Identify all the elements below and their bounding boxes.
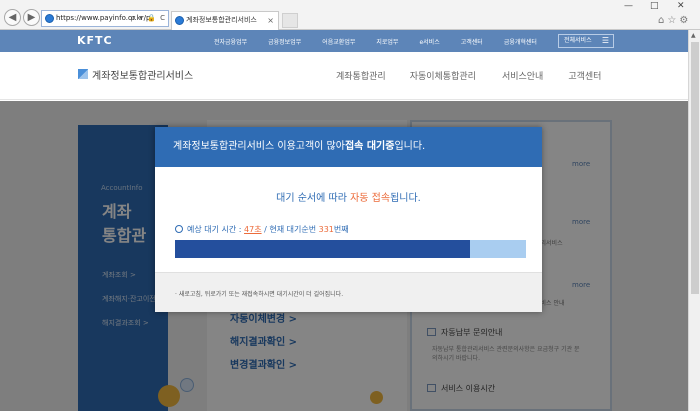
back-button[interactable]: ◀ [4,9,21,26]
kftc-logo[interactable]: KFTC [77,34,113,47]
wait-time-value: 47초 [244,225,262,234]
all-services-label: 전체서비스 [564,37,592,44]
modal-header: 계좌정보통합관리서비스 이용고객이 많아 접속 대기중 입니다. [155,127,542,167]
topmenu-item[interactable]: 고객센터 [461,37,483,46]
topmenu-item[interactable]: 어음교환업무 [322,37,355,46]
alarm-clock-icon [175,225,183,233]
refresh-warning: · 새로고침, 뒤로가기 또는 재접속하시면 대기시간이 더 길어집니다. [175,291,344,298]
browser-chrome: ◀ ▶ https://www.payinfo.or.kr/p ρ ▾ 🔒 C … [0,0,700,30]
auto-connect-message: 대기 순서에 따라 자동 접속됩니다. [276,193,421,204]
address-actions-icons[interactable]: ρ ▾ 🔒 C [131,11,166,26]
mainmenu-item[interactable]: 계좌통합관리 [336,69,386,82]
tab-title: 계좌정보통합관리서비스 [186,16,257,24]
topmenu-item[interactable]: e서비스 [419,37,439,46]
new-tab-button[interactable] [282,13,298,28]
topmenu-item[interactable]: 지로업무 [376,37,398,46]
top-menu: 전자금융업무 금융정보업무 어음교환업무 지로업무 e서비스 고객센터 금융개혁… [214,37,558,46]
topmenu-item[interactable]: 전자금융업무 [214,37,247,46]
queue-suffix: 번째 [333,225,349,234]
toolbar-icons[interactable]: ⌂☆⚙ [658,15,691,26]
scroll-up-icon[interactable]: ▲ [691,32,696,39]
site-title[interactable]: 계좌정보통합관리서비스 [92,67,193,82]
modal-header-emphasis: 접속 대기중 [344,141,395,152]
site-logo-icon [78,69,88,79]
scrollbar[interactable]: ▲ [688,30,700,411]
modal-footer: · 새로고침, 뒤로가기 또는 재접속하시면 대기시간이 더 길어집니다. [155,272,542,312]
maximize-icon[interactable]: □ [650,1,659,11]
wait-time-label: 예상 대기 시간 : [187,225,245,234]
tab-ie-icon [175,16,184,25]
wait-progress-bar [175,240,526,258]
modal-header-text: 계좌정보통합관리서비스 이용고객이 많아 접속 대기중 입니다. [173,127,425,167]
topmenu-item[interactable]: 금융정보업무 [268,37,301,46]
topmenu-item[interactable]: 금융개혁센터 [504,37,537,46]
ie-icon [45,14,54,23]
auto-connect-emphasis: 자동 접속 [350,193,391,204]
hamburger-icon: ☰ [601,36,609,45]
close-window-icon[interactable]: ✕ [677,1,685,11]
main-menu: 계좌통합관리 자동이체통합관리 서비스안내 고객센터 [336,69,601,82]
minimize-icon[interactable]: — [624,1,633,11]
mainmenu-item[interactable]: 서비스안내 [502,69,543,82]
mainmenu-item[interactable]: 고객센터 [568,69,601,82]
forward-button[interactable]: ▶ [23,9,40,26]
queue-number: 331 [318,225,334,234]
wait-status: 예상 대기 시간 : 47초 / 현재 대기순번 331번째 [175,224,349,235]
queue-label: / 현재 대기순번 [261,225,319,234]
address-bar[interactable]: https://www.payinfo.or.kr/p ρ ▾ 🔒 C [41,10,169,27]
site-nav: 계좌정보통합관리서비스 계좌통합관리 자동이체통합관리 서비스안내 고객센터 [0,52,688,100]
scrollbar-thumb[interactable] [691,42,699,294]
tab-close-icon[interactable]: × [267,12,274,29]
waiting-modal: 계좌정보통합관리서비스 이용고객이 많아 접속 대기중 입니다. 대기 순서에 … [155,127,542,312]
all-services-button[interactable]: 전체서비스 ☰ [558,34,614,48]
wait-progress-fill [175,240,470,258]
mainmenu-item[interactable]: 자동이체통합관리 [410,69,476,82]
site-topbar: KFTC 전자금융업무 금융정보업무 어음교환업무 지로업무 e서비스 고객센터… [0,30,688,52]
browser-tab[interactable]: 계좌정보통합관리서비스 × [171,11,279,30]
